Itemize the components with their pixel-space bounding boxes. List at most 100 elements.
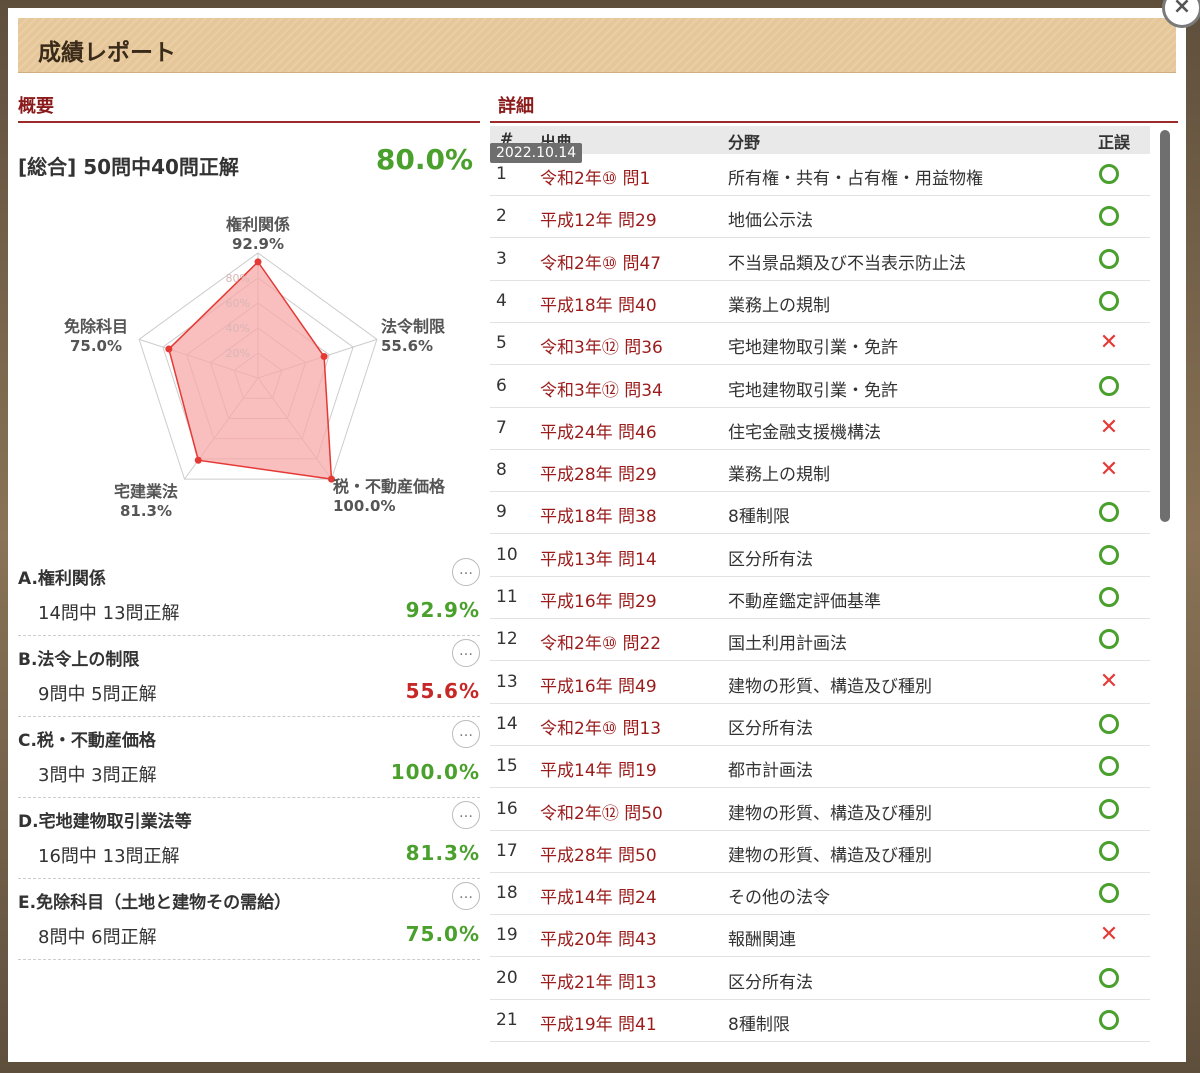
radar-value-label: 92.9%	[232, 235, 284, 253]
row-source[interactable]: 平成21年 問13	[540, 968, 657, 993]
table-row[interactable]: 2 平成12年 問29 地価公示法	[490, 196, 1150, 239]
row-result	[1096, 753, 1122, 779]
row-source[interactable]: 令和3年⑫ 問36	[540, 333, 663, 358]
row-field: 地価公示法	[728, 211, 813, 232]
table-row[interactable]: 4 平成18年 問40 業務上の規制	[490, 281, 1150, 323]
radar-data-point	[320, 353, 328, 361]
row-result	[1096, 838, 1122, 864]
scrollbar-thumb[interactable]	[1160, 130, 1170, 522]
row-source[interactable]: 平成28年 問29	[540, 460, 657, 485]
row-source[interactable]: 令和2年⑩ 問22	[540, 629, 661, 654]
row-source[interactable]: 平成12年 問29	[540, 206, 657, 231]
row-source[interactable]: 平成24年 問46	[540, 418, 657, 443]
table-row[interactable]: 18 平成14年 問24 その他の法令	[490, 873, 1150, 916]
row-source[interactable]: 令和2年⑩ 問1	[540, 164, 650, 189]
table-row[interactable]: 15 平成14年 問19 都市計画法	[490, 746, 1150, 789]
table-row[interactable]: 11 平成16年 問29 不動産鑑定評価基準	[490, 577, 1150, 619]
row-number: 17	[496, 840, 518, 861]
correct-icon	[1099, 713, 1119, 734]
row-source[interactable]: 令和3年⑫ 問34	[540, 376, 663, 401]
row-result	[1096, 626, 1122, 652]
row-field: 建物の形質、構造及び種別	[728, 676, 932, 697]
radar-value-label: 100.0%	[333, 497, 395, 515]
incorrect-icon: ✕	[1099, 457, 1119, 483]
category-count: 16問中 13問正解	[38, 846, 180, 867]
row-source[interactable]: 平成18年 問38	[540, 502, 657, 527]
row-field: 所有権・共有・占有権・用益物権	[728, 169, 983, 189]
table-row[interactable]: 17 平成28年 問50 建物の形質、構造及び種別	[490, 831, 1150, 873]
row-number: 10	[496, 544, 518, 565]
row-result: ✕	[1096, 669, 1122, 695]
incorrect-icon: ✕	[1099, 414, 1119, 440]
category-title: B.法令上の制限	[18, 650, 140, 670]
table-row[interactable]: 6 令和3年⑫ 問34 宅地建物取引業・免許	[490, 366, 1150, 408]
table-row[interactable]: 10 平成13年 問14 区分所有法	[490, 535, 1150, 577]
correct-icon	[1099, 1010, 1119, 1030]
row-number: 15	[496, 756, 518, 777]
more-options-button[interactable]: …	[452, 801, 480, 829]
row-result: ✕	[1096, 415, 1122, 441]
table-row[interactable]: 9 平成18年 問38 8種制限	[490, 492, 1150, 535]
row-result	[1096, 373, 1122, 399]
row-field: 国土利用計画法	[728, 634, 847, 655]
table-row[interactable]: 21 平成19年 問41 8種制限	[490, 1000, 1150, 1042]
table-row[interactable]: 14 令和2年⑩ 問13 区分所有法	[490, 704, 1150, 746]
more-options-button[interactable]: …	[452, 558, 480, 586]
radar-data-area	[168, 260, 333, 480]
radar-chart: 20% 40% 60% 80% 権利関係92.9% 法令制限55.6% 税・不動産価格100…	[64, 215, 446, 520]
row-number: 12	[496, 629, 518, 650]
table-row[interactable]: 1 令和2年⑩ 問1 所有権・共有・占有権・用益物権	[490, 154, 1150, 196]
row-number: 7	[496, 417, 507, 438]
row-source[interactable]: 平成14年 問24	[540, 883, 657, 908]
row-result	[1096, 711, 1122, 737]
report-modal: 成績レポート 概要 [総合] 50問中40問正解 80.0% 20% 40% 60%…	[8, 8, 1186, 1062]
correct-icon	[1099, 756, 1119, 777]
category-item: A.権利関係 … 14問中 13問正解 92.9%	[18, 556, 480, 636]
table-row[interactable]: 20 平成21年 問13 区分所有法	[490, 958, 1150, 1000]
row-result	[1096, 542, 1122, 568]
table-row[interactable]: 16 令和2年⑫ 問50 建物の形質、構造及び種別	[490, 789, 1150, 831]
row-number: 3	[496, 248, 507, 269]
row-number: 14	[496, 713, 518, 734]
category-title: E.免除科目（土地と建物その需給）	[18, 893, 292, 913]
row-field: その他の法令	[728, 888, 830, 909]
more-options-button[interactable]: …	[452, 639, 480, 667]
radar-axis-label: 権利関係	[226, 215, 290, 234]
report-title: 成績レポート	[38, 40, 176, 66]
correct-icon	[1099, 248, 1119, 269]
table-row[interactable]: 13 平成16年 問49 建物の形質、構造及び種別 ✕	[490, 662, 1150, 704]
more-options-button[interactable]: …	[452, 720, 480, 748]
row-number: 20	[496, 967, 518, 988]
radar-value-label: 75.0%	[70, 337, 122, 355]
row-source[interactable]: 令和2年⑫ 問50	[540, 799, 663, 824]
row-source[interactable]: 平成16年 問29	[540, 587, 657, 612]
table-row[interactable]: 5 令和3年⑫ 問36 宅地建物取引業・免許 ✕	[490, 323, 1150, 366]
radar-axis-label: 宅建業法	[114, 482, 178, 501]
row-source[interactable]: 平成18年 問40	[540, 291, 657, 316]
category-item: C.税・不動産価格 … 3問中 3問正解 100.0%	[18, 718, 480, 798]
row-field: 8種制限	[728, 507, 790, 528]
row-source[interactable]: 平成16年 問49	[540, 672, 657, 697]
row-result: ✕	[1096, 457, 1122, 483]
row-result: ✕	[1096, 330, 1122, 356]
detail-table: # 出典 分野 正誤 1 令和2年⑩ 問1 所有権・共有・占有権・用益物権 2 平成12…	[490, 126, 1150, 1052]
row-source[interactable]: 平成14年 問19	[540, 756, 657, 781]
category-count: 8問中 6問正解	[38, 927, 157, 948]
row-source[interactable]: 令和2年⑩ 問13	[540, 714, 661, 739]
row-source[interactable]: 令和2年⑩ 問47	[540, 249, 661, 274]
table-row[interactable]: 7 平成24年 問46 住宅金融支援機構法 ✕	[490, 408, 1150, 450]
radar-tick-label: 80%	[226, 272, 250, 285]
correct-icon	[1099, 290, 1119, 311]
table-row[interactable]: 19 平成20年 問43 報酬関連 ✕	[490, 915, 1150, 958]
row-field: 不動産鑑定評価基準	[728, 592, 881, 612]
row-source[interactable]: 平成28年 問50	[540, 841, 657, 866]
table-row[interactable]: 3 令和2年⑩ 問47 不当景品類及び不当表示防止法	[490, 239, 1150, 281]
row-source[interactable]: 平成20年 問43	[540, 925, 657, 950]
more-options-button[interactable]: …	[452, 882, 480, 910]
table-row[interactable]: 8 平成28年 問29 業務上の規制 ✕	[490, 450, 1150, 493]
overview-title: 概要	[18, 96, 54, 117]
row-source[interactable]: 平成13年 問14	[540, 545, 657, 570]
total-label: [総合] 50問中40問正解	[18, 155, 239, 179]
table-row[interactable]: 12 令和2年⑩ 問22 国土利用計画法	[490, 619, 1150, 662]
row-source[interactable]: 平成19年 問41	[540, 1010, 657, 1035]
